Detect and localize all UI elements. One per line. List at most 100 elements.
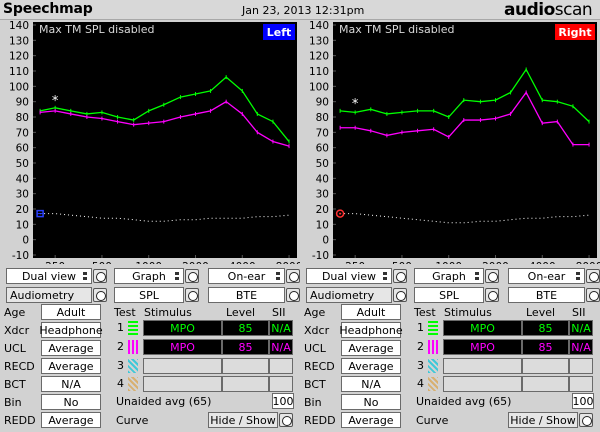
curve-color-icon[interactable] bbox=[428, 321, 438, 335]
coupling-selector[interactable]: On-ear bbox=[508, 268, 585, 284]
test-stimulus[interactable] bbox=[443, 376, 522, 392]
curve-color-icon[interactable] bbox=[128, 340, 138, 354]
test-stimulus[interactable] bbox=[143, 376, 222, 392]
curve-color-icon[interactable] bbox=[128, 359, 138, 373]
unaided-avg-label: Unaided avg (65) bbox=[416, 395, 512, 408]
test-level[interactable] bbox=[522, 376, 569, 392]
field-label-recd: RECD bbox=[304, 360, 335, 373]
units-selector[interactable]: SPL bbox=[114, 287, 184, 303]
field-value-ucl[interactable]: Average bbox=[341, 340, 401, 356]
select-button[interactable] bbox=[393, 269, 407, 283]
test-level[interactable] bbox=[222, 376, 269, 392]
hide-show-button[interactable]: Hide / Show bbox=[208, 412, 278, 428]
test-level[interactable]: 85 bbox=[522, 339, 569, 355]
y-tick-label: 70 bbox=[16, 127, 29, 139]
stepper-icon[interactable] bbox=[275, 270, 281, 282]
field-value-xdcr[interactable]: Headphone bbox=[339, 322, 403, 338]
audiometry-button[interactable]: Audiometry bbox=[306, 287, 392, 303]
field-value-xdcr[interactable]: Headphone bbox=[39, 322, 103, 338]
test-stimulus[interactable] bbox=[443, 358, 522, 374]
y-tick-label: 50 bbox=[16, 158, 29, 170]
select-button[interactable] bbox=[579, 413, 593, 427]
select-button[interactable] bbox=[286, 269, 300, 283]
select-button[interactable] bbox=[93, 269, 107, 283]
field-label-age: Age bbox=[304, 306, 326, 319]
field-value-ucl[interactable]: Average bbox=[41, 340, 101, 356]
select-button[interactable] bbox=[286, 288, 300, 302]
test-number: 3 bbox=[117, 359, 124, 372]
field-value-age[interactable]: Adult bbox=[341, 304, 401, 320]
coupling-selector[interactable]: On-ear bbox=[208, 268, 285, 284]
test-sii: N/A bbox=[269, 320, 293, 336]
fitting-selector[interactable]: BTE bbox=[208, 287, 285, 303]
y-tick-label: 140 bbox=[9, 20, 29, 32]
test-stimulus[interactable]: MPO bbox=[143, 339, 222, 355]
test-header-sii: SII bbox=[272, 306, 286, 319]
curve-color-icon[interactable] bbox=[428, 340, 438, 354]
y-tick-label: 40 bbox=[316, 173, 329, 185]
field-value-recd[interactable]: Average bbox=[41, 358, 101, 374]
test-level[interactable] bbox=[522, 358, 569, 374]
select-button[interactable] bbox=[485, 269, 499, 283]
test-level[interactable] bbox=[222, 358, 269, 374]
curve-label: Curve bbox=[116, 414, 149, 427]
test-stimulus[interactable]: MPO bbox=[143, 320, 222, 336]
test-stimulus[interactable] bbox=[143, 358, 222, 374]
stepper-icon[interactable] bbox=[82, 270, 88, 282]
hide-show-button[interactable]: Hide / Show bbox=[508, 412, 578, 428]
test-sii bbox=[569, 376, 593, 392]
x-tick-label: 4000 bbox=[529, 261, 556, 264]
x-tick-label: 2000 bbox=[182, 261, 209, 264]
test-stimulus[interactable]: MPO bbox=[443, 320, 522, 336]
field-value-bin[interactable]: No bbox=[41, 394, 101, 410]
view-selector[interactable]: Dual view bbox=[306, 268, 392, 284]
curve-color-icon[interactable] bbox=[428, 359, 438, 373]
curve-color-icon[interactable] bbox=[128, 377, 138, 391]
field-value-bct[interactable]: N/A bbox=[41, 376, 101, 392]
curve-color-icon[interactable] bbox=[128, 321, 138, 335]
field-value-redd[interactable]: Average bbox=[341, 412, 401, 428]
test-level[interactable]: 85 bbox=[522, 320, 569, 336]
select-button[interactable] bbox=[93, 288, 107, 302]
field-value-bin[interactable]: No bbox=[341, 394, 401, 410]
test-level[interactable]: 85 bbox=[222, 339, 269, 355]
select-button[interactable] bbox=[393, 288, 407, 302]
select-button[interactable] bbox=[185, 269, 199, 283]
test-number: 3 bbox=[417, 359, 424, 372]
plot-note: Max TM SPL disabled bbox=[339, 23, 454, 36]
field-label-redd: REDD bbox=[304, 414, 336, 427]
logo-part-1: audio bbox=[504, 0, 555, 20]
title-bar: Speechmap Jan 23, 2013 12:31pm audioscan bbox=[0, 0, 600, 20]
select-button[interactable] bbox=[586, 269, 600, 283]
y-tick-label: 100 bbox=[309, 81, 329, 93]
field-value-age[interactable]: Adult bbox=[41, 304, 101, 320]
curve-label: Curve bbox=[416, 414, 449, 427]
test-level[interactable]: 85 bbox=[222, 320, 269, 336]
units-selector[interactable]: SPL bbox=[414, 287, 484, 303]
y-tick-label: 80 bbox=[316, 112, 329, 124]
field-label-bct: BCT bbox=[304, 378, 326, 391]
select-button[interactable] bbox=[586, 288, 600, 302]
select-button[interactable] bbox=[185, 288, 199, 302]
test-stimulus[interactable]: MPO bbox=[443, 339, 522, 355]
select-button[interactable] bbox=[279, 413, 293, 427]
stepper-icon[interactable] bbox=[474, 270, 480, 282]
plot-note: Max TM SPL disabled bbox=[39, 23, 154, 36]
view-selector[interactable]: Dual view bbox=[6, 268, 92, 284]
stepper-icon[interactable] bbox=[575, 270, 581, 282]
select-button[interactable] bbox=[485, 288, 499, 302]
audiometry-button[interactable]: Audiometry bbox=[6, 287, 92, 303]
field-value-bct[interactable]: N/A bbox=[341, 376, 401, 392]
stepper-icon[interactable] bbox=[174, 270, 180, 282]
curve-color-icon[interactable] bbox=[428, 377, 438, 391]
field-value-recd[interactable]: Average bbox=[341, 358, 401, 374]
y-tick-label: 120 bbox=[309, 51, 329, 63]
field-value-redd[interactable]: Average bbox=[41, 412, 101, 428]
fitting-selector[interactable]: BTE bbox=[508, 287, 585, 303]
y-tick-label: 40 bbox=[16, 173, 29, 185]
threshold-marker: * bbox=[352, 97, 359, 112]
datetime: Jan 23, 2013 12:31pm bbox=[242, 4, 365, 17]
field-label-xdcr: Xdcr bbox=[4, 324, 30, 337]
stepper-icon[interactable] bbox=[382, 270, 388, 282]
y-tick-label: 120 bbox=[9, 51, 29, 63]
